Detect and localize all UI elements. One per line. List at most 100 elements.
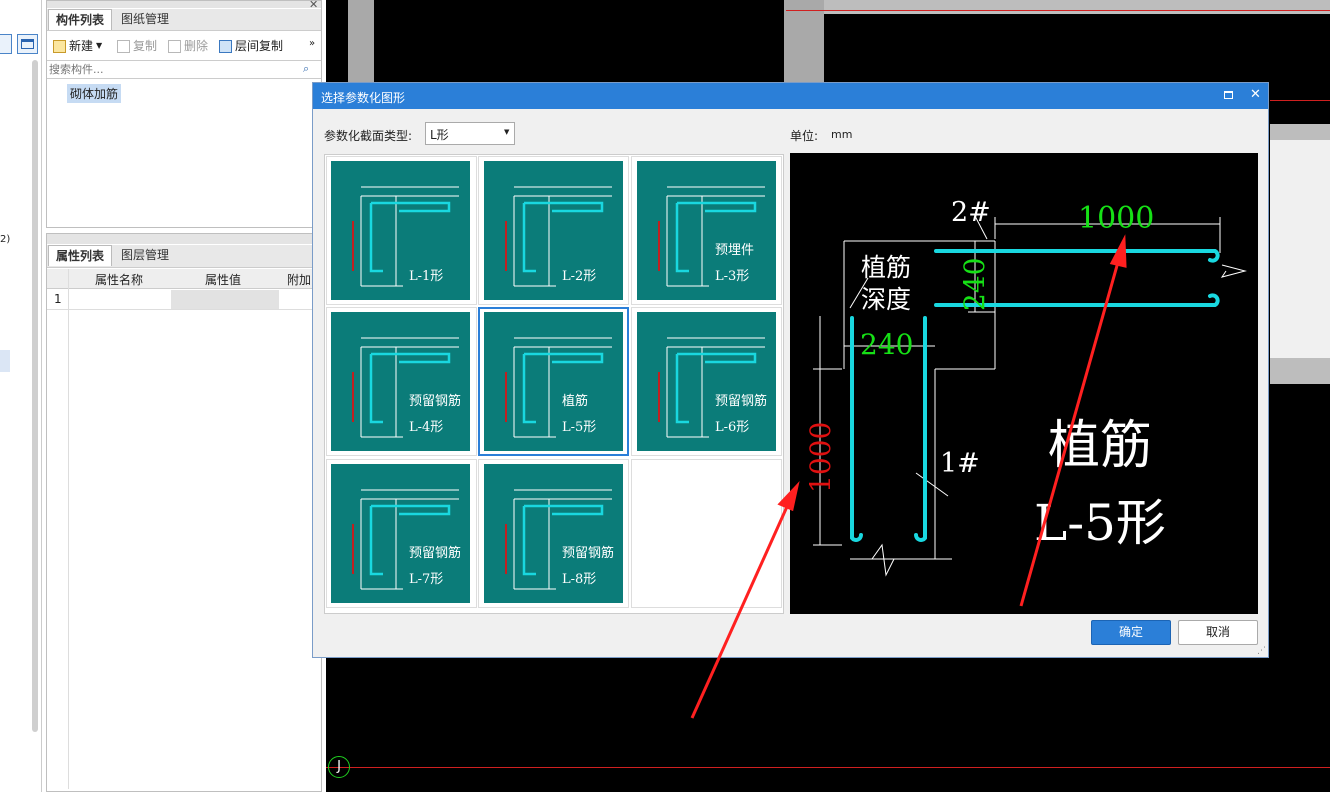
tab-properties[interactable]: 属性列表 (48, 245, 113, 266)
dialog-title: 选择参数化图形 (321, 91, 406, 105)
shape-thumbnail-4[interactable]: 预留钢筋 L-4形 (331, 312, 470, 451)
thumbnail-name-label: L-8形 (562, 572, 597, 587)
component-tabs: 构件列表 图纸管理 (47, 9, 321, 31)
preview-bar-top-label: 2# (951, 197, 991, 228)
thumbnail-drawing (505, 489, 612, 590)
shape-thumbnail-7[interactable]: 预留钢筋 L-7形 (331, 464, 470, 603)
shape-thumbnail-6[interactable]: 预留钢筋 L-6形 (637, 312, 776, 451)
thumbnail-name-label: L-2形 (562, 269, 597, 284)
preview-dim-b2: 240 (958, 257, 991, 311)
panel-header-strip (47, 1, 321, 8)
row-number: 1 (54, 292, 62, 306)
value-cell[interactable] (171, 290, 279, 309)
properties-tabs: 属性列表 图层管理 (47, 245, 321, 268)
unit-value: mm (831, 128, 853, 141)
column-gray-2 (784, 0, 824, 82)
thumbnail-drawing (352, 337, 459, 438)
cancel-button[interactable]: 取消 (1178, 620, 1258, 645)
shape-thumbnail-8[interactable]: 预留钢筋 L-8形 (484, 464, 623, 603)
thumbnail-main-label: 预留钢筋 (715, 394, 768, 409)
wall-gray-right-3 (1270, 140, 1330, 358)
tab-component-list[interactable]: 构件列表 (48, 9, 113, 30)
tab-layers[interactable]: 图层管理 (114, 245, 176, 266)
thumbnail-name-label: L-7形 (409, 572, 444, 587)
grid-line-red (786, 10, 1330, 11)
type-select-value: L形 (430, 128, 449, 142)
close-icon[interactable]: ✕ (1250, 87, 1261, 102)
break-symbol (871, 543, 895, 577)
column-gray-1 (348, 0, 374, 82)
floor-copy-label: 层间复制 (235, 39, 284, 53)
thumbnail-drawing (505, 337, 612, 438)
shape-thumbnail-2[interactable]: L-2形 (484, 161, 623, 300)
copy-label: 复制 (133, 39, 158, 53)
properties-panel: 属性列表 图层管理 属性名称 属性值 附加 1 (46, 233, 322, 792)
break-symbol (1220, 264, 1247, 278)
props-row[interactable]: 1 (47, 290, 321, 310)
preview-dim-left: 1000 (804, 421, 837, 493)
left-scrollbar[interactable] (32, 60, 38, 732)
preview-title-1: 植筋 (1048, 416, 1153, 476)
axis-marker[interactable]: J (328, 756, 350, 778)
delete-label: 删除 (184, 39, 209, 53)
grid-line-red (1270, 100, 1330, 101)
panel-header-strip (47, 234, 321, 244)
chevron-down-icon[interactable]: ▼ (96, 37, 102, 55)
thumbnail-drawing (352, 489, 459, 590)
dialog-titlebar: 选择参数化图形 ✕ (313, 83, 1268, 109)
tab-drawing-management[interactable]: 图纸管理 (114, 9, 176, 30)
preview-title-2: L-5形 (1034, 494, 1166, 552)
tree-item-masonry-rebar[interactable]: 砌体加筋 (67, 84, 122, 103)
thumbnail-main-label: 预留钢筋 (409, 394, 462, 409)
toolbar-overflow-icon[interactable]: » (309, 38, 315, 49)
search-input[interactable] (47, 61, 297, 78)
col-property-value: 属性值 (205, 273, 242, 287)
shape-thumbnail-5[interactable]: 植筋 L-5形 (484, 312, 623, 451)
shape-thumbnail-1[interactable]: L-1形 (331, 161, 470, 300)
unit-label: 单位: (790, 129, 819, 143)
copy-icon (117, 39, 130, 53)
floor-copy-icon (219, 39, 232, 53)
thumbnail-name-label: L-4形 (409, 420, 444, 435)
resize-grip-icon[interactable]: ⋰ (1257, 646, 1266, 656)
floor-copy-button[interactable]: 层间复制 (219, 37, 283, 55)
chevron-down-icon: ▼ (504, 128, 510, 136)
copy-button[interactable]: 复制 (117, 37, 157, 55)
preview-dim-b1: 240 (860, 328, 914, 361)
preview-drawing (813, 215, 1247, 577)
list-view-icon[interactable] (0, 34, 12, 54)
search-icon[interactable]: ⌕ (303, 62, 309, 76)
preview-dim-top: 1000 (1078, 201, 1155, 236)
maximize-icon[interactable] (1224, 91, 1233, 99)
thumbnail-name-label: L-6形 (715, 420, 750, 435)
thumbnail-main-label: 植筋 (562, 394, 589, 409)
left-fragment-text: 2) (0, 234, 11, 245)
rebar-vertical (914, 316, 927, 542)
ok-button[interactable]: 确定 (1091, 620, 1171, 645)
new-icon (53, 39, 66, 53)
delete-icon (168, 39, 181, 53)
thumbnail-name-label: L-5形 (562, 420, 597, 435)
row-number-column (68, 269, 69, 789)
wall-gray-right-2 (1270, 358, 1330, 384)
type-label: 参数化截面类型: (324, 129, 413, 143)
shape-grid: L-1形 L-2形 预埋件 L-3形 预留钢筋 L-4形 植筋 L-5形 预留钢筋 L-6形 预留钢… (324, 154, 784, 614)
delete-button[interactable]: 删除 (168, 37, 208, 55)
search-field[interactable]: ⌕ (47, 60, 321, 79)
shape-thumbnail-3[interactable]: 预埋件 L-3形 (637, 161, 776, 300)
grid-line-red (326, 767, 1330, 768)
preview-depth-label-1: 植筋 (861, 253, 912, 282)
component-list-panel: ✕ 构件列表 图纸管理 新建 ▼ 复制 删除 层间复制 » ⌕ 砌体加筋 (46, 0, 322, 228)
col-extra: 附加 (287, 273, 312, 287)
type-select[interactable]: L形 ▼ (425, 122, 515, 145)
thumbnail-main-label: 预留钢筋 (562, 546, 615, 561)
detail-view-icon[interactable] (17, 34, 38, 54)
new-label: 新建 (69, 39, 94, 53)
thumbnail-name-label: L-1形 (409, 269, 444, 284)
select-shape-dialog: 选择参数化图形 ✕ 参数化截面类型: L形 ▼ 单位: mm L-1形 L-2形预… (312, 82, 1269, 658)
thumbnail-main-label: 预埋件 (715, 243, 755, 258)
thumbnail-main-label: 预留钢筋 (409, 546, 462, 561)
left-selected-marker (0, 350, 10, 372)
new-button[interactable]: 新建 ▼ (53, 37, 102, 55)
thumbnail-name-label: L-3形 (715, 269, 750, 284)
